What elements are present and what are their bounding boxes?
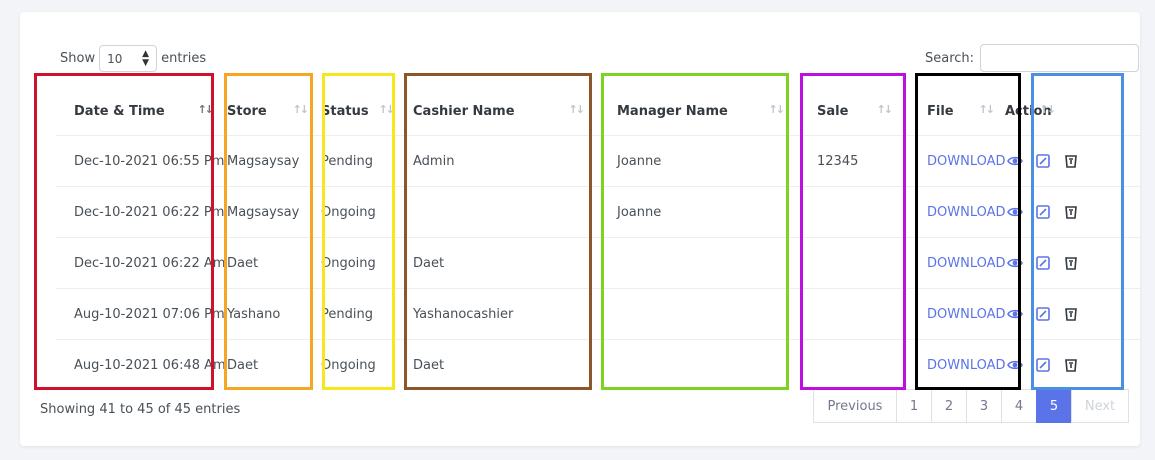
cell-cashier: Daet — [399, 237, 589, 289]
edit-icon[interactable] — [1035, 255, 1051, 271]
page-button-3[interactable]: 3 — [966, 389, 1002, 423]
col-header-action[interactable]: Action ↑↓ — [999, 87, 1140, 136]
updown-caret-icon: ▲ ▼ — [142, 48, 150, 68]
trash-icon[interactable] — [1063, 204, 1079, 220]
cell-status: Ongoing — [313, 339, 399, 390]
trash-icon[interactable] — [1063, 306, 1079, 322]
table-row: Dec-10-2021 06:22 Pm Magsaysay Ongoing Joan… — [56, 186, 1140, 238]
datatable-card: Show 10 ▲ ▼ entries Search: Date & Time ↑↓… — [20, 12, 1140, 446]
sort-icon: ↑↓ — [292, 103, 310, 116]
cell-store: Magsaysay — [218, 135, 313, 187]
col-header-cashier[interactable]: Cashier Name ↑↓ — [399, 87, 589, 136]
cell-datetime: Aug-10-2021 06:48 Am — [56, 339, 226, 390]
sort-icon: ↑↓ — [1039, 103, 1057, 116]
cell-manager — [589, 339, 789, 390]
entries-label: entries — [161, 51, 207, 66]
cell-manager: Joanne — [589, 186, 789, 238]
col-header-sale[interactable]: Sale ↑↓ — [789, 87, 897, 136]
cell-datetime: Aug-10-2021 07:06 Pm — [56, 288, 225, 340]
cell-status: Ongoing — [313, 237, 399, 289]
sort-icon: ↑↓ — [378, 103, 396, 116]
cell-actions — [999, 288, 1140, 340]
eye-icon[interactable] — [1007, 153, 1023, 169]
col-header-file[interactable]: File ↑↓ — [897, 87, 999, 136]
cell-actions — [999, 237, 1140, 289]
entries-info: Showing 41 to 45 of 45 entries — [40, 402, 241, 417]
cell-manager — [589, 237, 789, 289]
sort-icon: ↑↓ — [876, 103, 894, 116]
cell-sale — [789, 237, 897, 289]
eye-icon[interactable] — [1007, 204, 1023, 220]
show-label: Show — [60, 51, 96, 66]
cell-cashier: Yashanocashier — [399, 288, 589, 340]
trash-icon[interactable] — [1063, 357, 1079, 373]
cell-cashier: Admin — [399, 135, 589, 187]
search-control: Search: — [925, 44, 1140, 72]
cell-datetime: Dec-10-2021 06:22 Pm — [56, 186, 224, 238]
cell-datetime: Dec-10-2021 06:22 Am — [56, 237, 225, 289]
header-row: Date & Time ↑↓ Store ↑↓ Status ↑↓ Cashier N… — [56, 87, 1140, 136]
cell-file[interactable]: DOWNLOAD — [897, 135, 1006, 187]
trash-icon[interactable] — [1063, 153, 1079, 169]
search-label: Search: — [925, 50, 975, 66]
page-button-2[interactable]: 2 — [931, 389, 967, 423]
edit-icon[interactable] — [1035, 306, 1051, 322]
edit-icon[interactable] — [1035, 204, 1051, 220]
cell-store: Yashano — [218, 288, 313, 340]
previous-button[interactable]: Previous — [813, 389, 897, 423]
cell-actions — [999, 135, 1140, 187]
search-input[interactable] — [980, 44, 1140, 72]
sort-icon: ↑↓ — [568, 103, 586, 116]
pagination: Previous 1 2 3 4 5 Next — [813, 389, 1129, 423]
cell-file[interactable]: DOWNLOAD — [897, 186, 1006, 238]
col-header-status[interactable]: Status ↑↓ — [313, 87, 399, 136]
cell-sale: 12345 — [789, 135, 897, 187]
cell-store: Magsaysay — [218, 186, 313, 238]
eye-icon[interactable] — [1007, 357, 1023, 373]
cell-status: Pending — [313, 135, 399, 187]
data-table: Date & Time ↑↓ Store ↑↓ Status ↑↓ Cashier N… — [56, 87, 1140, 390]
cell-store: Daet — [218, 339, 313, 390]
col-header-store[interactable]: Store ↑↓ — [218, 87, 313, 136]
page-button-4[interactable]: 4 — [1001, 389, 1037, 423]
show-entries-control: Show 10 ▲ ▼ entries — [60, 45, 206, 72]
trash-icon[interactable] — [1063, 255, 1079, 271]
cell-status: Pending — [313, 288, 399, 340]
cell-sale — [789, 288, 897, 340]
cell-cashier: Daet — [399, 339, 589, 390]
eye-icon[interactable] — [1007, 306, 1023, 322]
col-header-manager[interactable]: Manager Name ↑↓ — [589, 87, 789, 136]
page-button-5[interactable]: 5 — [1036, 389, 1072, 423]
col-header-datetime[interactable]: Date & Time ↑↓ — [56, 87, 218, 136]
sort-icon: ↑↓ — [197, 103, 215, 116]
cell-sale — [789, 339, 897, 390]
cell-actions — [999, 186, 1140, 238]
edit-icon[interactable] — [1035, 357, 1051, 373]
next-button[interactable]: Next — [1071, 389, 1129, 423]
cell-sale — [789, 186, 897, 238]
cell-store: Daet — [218, 237, 313, 289]
table-row: Dec-10-2021 06:22 Am Daet Ongoing Daet DOWNL… — [56, 237, 1140, 289]
cell-status: Ongoing — [313, 186, 399, 238]
edit-icon[interactable] — [1035, 153, 1051, 169]
table-row: Aug-10-2021 06:48 Am Daet Ongoing Daet DOWNL… — [56, 339, 1140, 390]
cell-manager — [589, 288, 789, 340]
table-row: Aug-10-2021 07:06 Pm Yashano Pending Yashan… — [56, 288, 1140, 340]
entries-select[interactable]: 10 ▲ ▼ — [99, 45, 158, 72]
entries-select-value: 10 — [107, 51, 123, 66]
eye-icon[interactable] — [1007, 255, 1023, 271]
sort-icon: ↑↓ — [978, 103, 996, 116]
cell-actions — [999, 339, 1140, 390]
cell-file[interactable]: DOWNLOAD — [897, 288, 1006, 340]
sort-icon: ↑↓ — [768, 103, 786, 116]
cell-manager: Joanne — [589, 135, 789, 187]
page-button-1[interactable]: 1 — [896, 389, 932, 423]
table-row: Dec-10-2021 06:55 Pm Magsaysay Pending Admi… — [56, 135, 1140, 187]
cell-file[interactable]: DOWNLOAD — [897, 339, 1006, 390]
cell-cashier — [399, 186, 589, 238]
cell-file[interactable]: DOWNLOAD — [897, 237, 1006, 289]
cell-datetime: Dec-10-2021 06:55 Pm — [56, 135, 224, 187]
